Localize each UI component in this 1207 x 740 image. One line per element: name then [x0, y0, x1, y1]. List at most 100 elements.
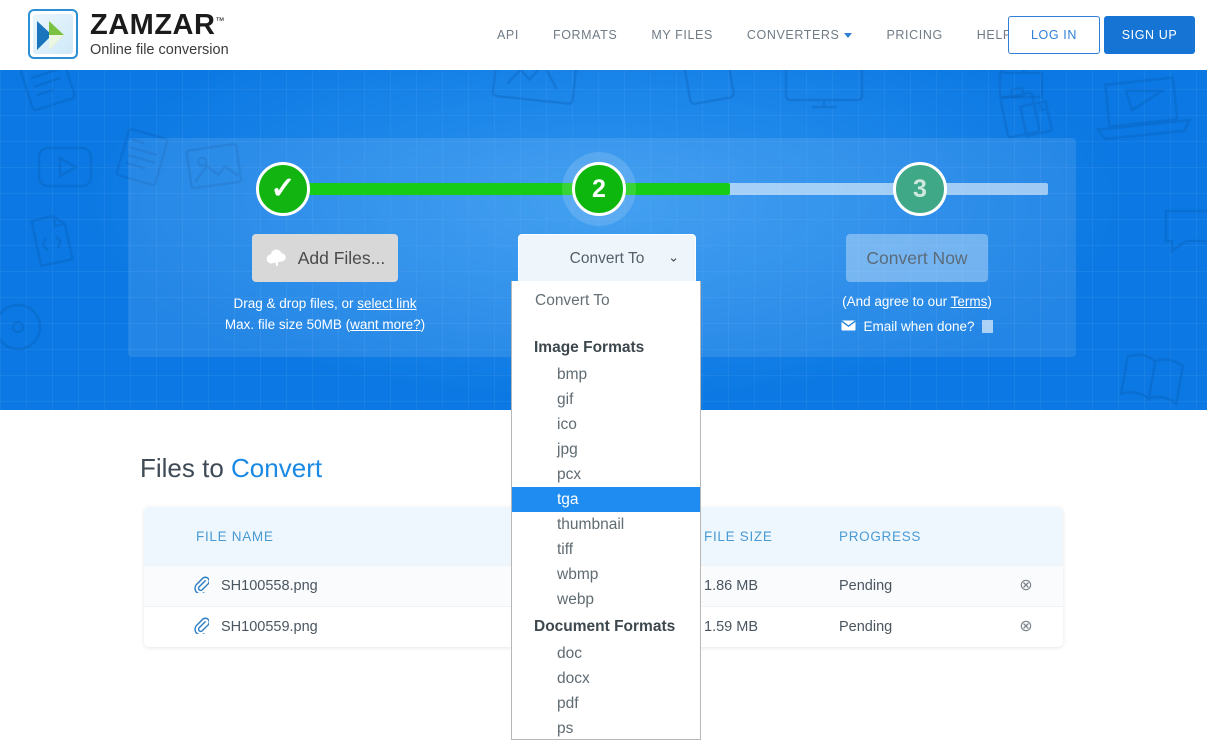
files-section-title: Files to Convert: [140, 453, 322, 484]
dropdown-option-webp[interactable]: webp: [512, 587, 700, 612]
envelope-icon: [841, 319, 857, 334]
nav-item-formats[interactable]: FORMATS: [536, 28, 634, 42]
remove-file-cell: ⊗: [989, 578, 1063, 594]
dropdown-option-ps[interactable]: ps: [512, 716, 700, 739]
column-header-progress: PROGRESS: [839, 528, 922, 544]
dropdown-option-doc[interactable]: doc: [512, 641, 700, 666]
file-size-cell: 1.59 MB: [704, 619, 758, 635]
column-header-file-size: FILE SIZE: [704, 528, 773, 544]
paperclip-icon: [194, 576, 210, 597]
step-3-label: 3: [913, 174, 927, 203]
remove-circle-icon[interactable]: ⊗: [1019, 578, 1032, 594]
dropdown-spacer: [512, 317, 700, 333]
email-when-done-label: Email when done?: [863, 319, 975, 334]
select-link-link[interactable]: select link: [357, 296, 416, 311]
step-3-column: Convert Now (And agree to our Terms) Ema…: [762, 234, 1072, 334]
convert-to-value: Convert To: [569, 250, 645, 267]
hint-max-size: Max. file size 50MB (want more?): [170, 315, 480, 336]
hint-drag-prefix: Drag & drop files, or: [233, 296, 358, 311]
dropdown-option-tga[interactable]: tga: [512, 487, 700, 512]
step-1-label: ✓: [270, 172, 296, 205]
file-progress-cell: Pending: [839, 578, 893, 594]
signup-label: SIGN UP: [1121, 28, 1178, 42]
terms-link[interactable]: Terms: [951, 294, 988, 309]
dropdown-placeholder-option[interactable]: Convert To: [512, 285, 700, 317]
dropdown-option-pdf[interactable]: pdf: [512, 691, 700, 716]
dropdown-option-gif[interactable]: gif: [512, 387, 700, 412]
convert-to-select[interactable]: Convert To ⌄: [518, 234, 696, 284]
logo-title-text: ZAMZAR: [90, 8, 216, 41]
step-2-label: 2: [592, 174, 606, 203]
files-title-highlight: Convert: [231, 453, 323, 483]
nav-label: HELP: [976, 28, 1012, 42]
nav-label: API: [497, 28, 519, 42]
step-node-3[interactable]: 3: [893, 162, 947, 216]
dropdown-option-bmp[interactable]: bmp: [512, 362, 700, 387]
dropdown-group-image-formats: Image Formats: [534, 339, 645, 356]
hint-drag-drop: Drag & drop files, or select link: [170, 294, 480, 315]
convert-now-button[interactable]: Convert Now: [846, 234, 988, 282]
dropdown-group-document-formats: Document Formats: [534, 618, 676, 635]
nav-item-my-files[interactable]: MY FILES: [634, 28, 730, 42]
file-size-cell: 1.86 MB: [704, 578, 758, 594]
file-name-text: SH100559.png: [221, 619, 318, 635]
logo-trademark: ™: [215, 15, 225, 26]
main-nav: API FORMATS MY FILES CONVERTERS PRICING …: [480, 0, 1029, 70]
decor-audio-icon: [0, 299, 46, 355]
decor-ebook-icon: [1116, 348, 1188, 410]
email-when-done-row: Email when done?: [762, 319, 1072, 334]
step-node-1[interactable]: ✓: [256, 162, 310, 216]
terms-prefix: (And agree to our: [842, 294, 951, 309]
signup-button[interactable]: SIGN UP: [1104, 16, 1195, 54]
step-progress-bar: ✓ 2 3: [128, 138, 1076, 238]
email-when-done-checkbox[interactable]: [981, 320, 993, 333]
dropdown-option-ico[interactable]: ico: [512, 412, 700, 437]
nav-item-pricing[interactable]: PRICING: [869, 28, 959, 42]
upload-hints: Drag & drop files, or select link Max. f…: [170, 294, 480, 336]
page-root: ZAMZAR™ Online file conversion API FORMA…: [0, 0, 1207, 740]
step-2-column: Convert To ⌄: [462, 234, 752, 284]
paperclip-icon: [194, 617, 210, 638]
step-track-complete: [283, 183, 730, 195]
nav-label: FORMATS: [552, 28, 618, 42]
convert-to-dropdown-list[interactable]: Convert To Image Formats bmp gif ico jpg…: [511, 281, 701, 740]
dropdown-option-thumbnail[interactable]: thumbnail: [512, 512, 700, 537]
decor-laptop-icon: [1087, 68, 1199, 151]
site-logo[interactable]: ZAMZAR™ Online file conversion: [28, 9, 229, 59]
terms-suffix: ): [987, 294, 992, 309]
add-files-button[interactable]: Add Files...: [252, 234, 398, 282]
decor-chat-icon: [1160, 203, 1207, 257]
nav-label: CONVERTERS: [746, 28, 840, 42]
terms-note: (And agree to our Terms): [762, 294, 1072, 309]
step-node-2[interactable]: 2: [572, 162, 626, 216]
login-button[interactable]: LOG IN: [1008, 16, 1100, 54]
dropdown-option-pcx[interactable]: pcx: [512, 462, 700, 487]
dropdown-option-jpg[interactable]: jpg: [512, 437, 700, 462]
dropdown-option-tiff[interactable]: tiff: [512, 537, 700, 562]
chevron-down-icon: [844, 33, 853, 39]
cloud-upload-icon: [265, 246, 289, 271]
nav-item-converters[interactable]: CONVERTERS: [730, 28, 870, 42]
nav-label: PRICING: [886, 28, 943, 42]
nav-item-api[interactable]: API: [480, 28, 536, 42]
decor-video-icon: [36, 143, 96, 193]
site-header: ZAMZAR™ Online file conversion API FORMA…: [0, 0, 1207, 70]
file-progress-cell: Pending: [839, 619, 893, 635]
dropdown-option-wbmp[interactable]: wbmp: [512, 562, 700, 587]
file-name-text: SH100558.png: [221, 578, 318, 594]
step-1-column: Add Files... Drag & drop files, or selec…: [170, 234, 480, 336]
hint-size-suffix: ): [420, 316, 426, 332]
hint-size-prefix: Max. file size 50MB (: [224, 316, 351, 332]
double-chevron-logo-icon: [28, 9, 78, 59]
dropdown-option-docx[interactable]: docx: [512, 666, 700, 691]
chevron-down-icon: ⌄: [668, 249, 679, 265]
logo-tagline: Online file conversion: [90, 41, 229, 58]
add-files-label: Add Files...: [297, 247, 386, 268]
remove-circle-icon[interactable]: ⊗: [1019, 619, 1032, 635]
files-title-prefix: Files to: [140, 453, 232, 483]
want-more-link[interactable]: want more?: [350, 317, 421, 332]
nav-label: MY FILES: [651, 28, 713, 42]
convert-now-label: Convert Now: [866, 247, 968, 268]
decor-monitor-icon: [782, 63, 866, 115]
remove-file-cell: ⊗: [989, 619, 1063, 635]
